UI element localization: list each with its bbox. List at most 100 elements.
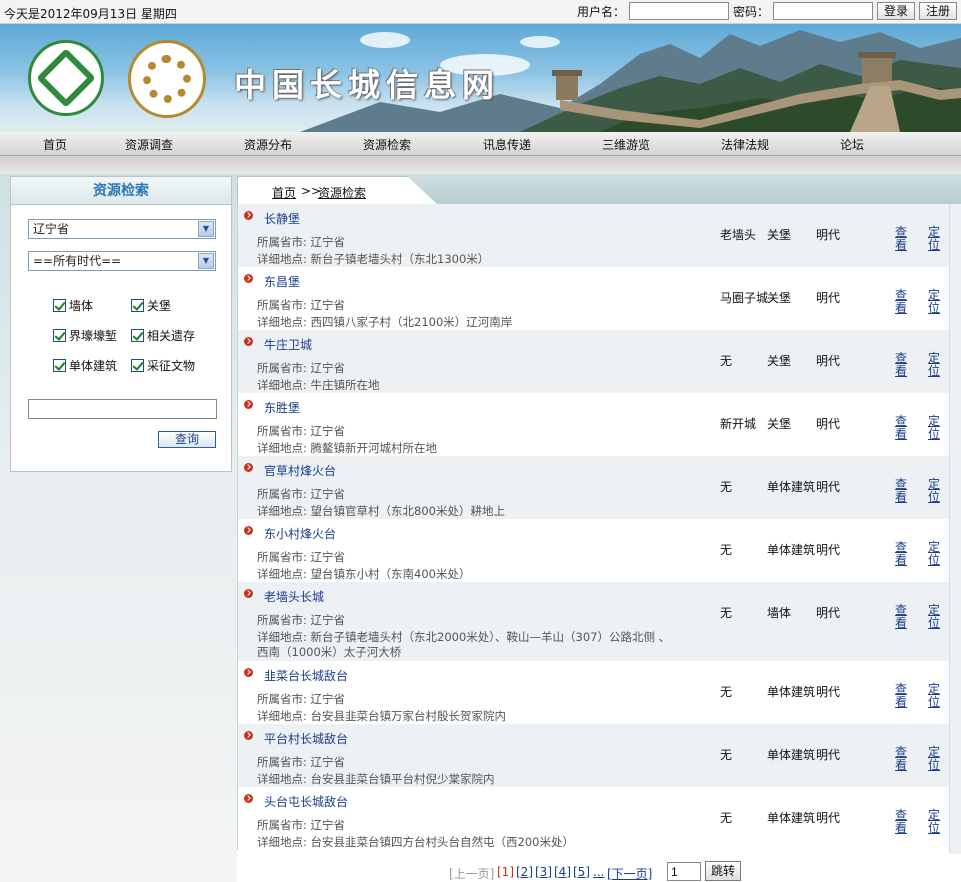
table-row: 老墙头长城 所属省市: 辽宁省 详细地点: 新台子镇老墙头村（东北2000米处）、鞍… xyxy=(238,582,949,661)
view-link[interactable]: 查看 xyxy=(895,415,909,441)
resource-alias: 无 xyxy=(720,811,733,825)
view-link[interactable]: 查看 xyxy=(895,289,909,315)
password-input[interactable] xyxy=(772,2,873,20)
nav-3d-tour[interactable]: 三维游览 xyxy=(602,136,650,153)
arrow-bullet-icon xyxy=(244,211,253,220)
nav-distribution[interactable]: 资源分布 xyxy=(244,136,292,153)
resource-name-link[interactable]: 牛庄卫城 xyxy=(264,336,312,353)
resource-name-link[interactable]: 老墙头长城 xyxy=(264,588,324,605)
view-link[interactable]: 查看 xyxy=(895,809,909,835)
checkbox-label: 采征文物 xyxy=(147,359,196,373)
view-link[interactable]: 查看 xyxy=(895,478,909,504)
page-3[interactable]: [3] xyxy=(535,865,552,879)
page-1: [1] xyxy=(497,865,514,879)
resource-name-link[interactable]: 官草村烽火台 xyxy=(264,462,336,479)
view-link[interactable]: 查看 xyxy=(895,683,909,709)
view-link[interactable]: 查看 xyxy=(895,352,909,378)
nav-home[interactable]: 首页 xyxy=(43,136,67,153)
arrow-bullet-icon xyxy=(244,589,253,598)
page-2[interactable]: [2] xyxy=(516,865,533,879)
locate-link[interactable]: 定位 xyxy=(928,289,942,315)
table-row: 东胜堡 所属省市: 辽宁省 详细地点: 腾鳌镇新开河城村所在地 新开城 关堡 明代 查看 定位 xyxy=(238,393,949,456)
chevron-down-icon[interactable]: ▼ xyxy=(198,253,214,269)
resource-alias: 老墙头 xyxy=(720,228,757,242)
table-row: 官草村烽火台 所属省市: 辽宁省 详细地点: 望台镇官草村（东北800米处）耕地上 无… xyxy=(238,456,949,519)
login-button[interactable]: 登录 xyxy=(876,2,915,20)
nav-news[interactable]: 讯息传递 xyxy=(483,136,531,153)
nav-forum[interactable]: 论坛 xyxy=(840,136,864,153)
locate-link[interactable]: 定位 xyxy=(928,604,942,630)
province-select[interactable]: 辽宁省 ▼ xyxy=(28,219,216,239)
locate-link[interactable]: 定位 xyxy=(928,809,942,835)
chevron-down-icon[interactable]: ▼ xyxy=(198,221,214,237)
resource-type: 关堡 xyxy=(767,291,792,305)
view-link[interactable]: 查看 xyxy=(895,604,909,630)
province-prefix: 所属省市: xyxy=(257,692,311,706)
resource-address: 详细地点: 台安县韭菜台镇平台村倪少棠家院内 xyxy=(257,772,677,787)
resource-name-link[interactable]: 东昌堡 xyxy=(264,273,300,290)
sidebar: 资源检索 辽宁省 ▼ ==所有时代== ▼ 墙体 关堡 界壕壕堑 相关遗存 单体… xyxy=(0,174,237,882)
locate-link[interactable]: 定位 xyxy=(928,683,942,709)
view-link[interactable]: 查看 xyxy=(895,541,909,567)
locate-link[interactable]: 定位 xyxy=(928,352,942,378)
resource-name-link[interactable]: 韭菜台长城敌台 xyxy=(264,667,348,684)
resource-name-link[interactable]: 平台村长城敌台 xyxy=(264,730,348,747)
page-ellipsis[interactable]: ... xyxy=(593,865,604,879)
breadcrumb-current[interactable]: 资源检索 xyxy=(318,184,366,201)
province-prefix: 所属省市: xyxy=(257,613,311,627)
checkbox-trench[interactable]: 界壕壕堑 xyxy=(53,327,117,344)
keyword-input[interactable] xyxy=(28,399,217,419)
nav-search[interactable]: 资源检索 xyxy=(363,136,411,153)
province-prefix: 所属省市: xyxy=(257,298,311,312)
resource-era: 明代 xyxy=(816,685,841,699)
jump-button[interactable]: 跳转 xyxy=(705,861,741,881)
register-button[interactable]: 注册 xyxy=(918,2,957,20)
era-select[interactable]: ==所有时代== ▼ xyxy=(28,251,216,271)
page-5[interactable]: [5] xyxy=(573,865,590,879)
resource-address: 详细地点: 新台子镇老墙头村（东北2000米处）、鞍山—羊山（307）公路北侧 … xyxy=(257,630,677,660)
view-link[interactable]: 查看 xyxy=(895,746,909,772)
checkbox-fort[interactable]: 关堡 xyxy=(131,297,171,314)
jump-page-input[interactable] xyxy=(667,862,701,881)
address-prefix: 详细地点: xyxy=(257,504,311,518)
next-page[interactable]: [下一页] xyxy=(607,865,652,882)
view-link[interactable]: 查看 xyxy=(895,226,909,252)
scrollbar-track[interactable] xyxy=(949,204,961,854)
checkbox-checked-icon[interactable] xyxy=(53,299,66,312)
checkbox-checked-icon[interactable] xyxy=(53,329,66,342)
breadcrumb-home[interactable]: 首页 xyxy=(272,184,296,201)
checkbox-checked-icon[interactable] xyxy=(131,359,144,372)
resource-type: 单体建筑 xyxy=(767,543,816,557)
resource-name-link[interactable]: 东胜堡 xyxy=(264,399,300,416)
checkbox-checked-icon[interactable] xyxy=(131,299,144,312)
checkbox-wall[interactable]: 墙体 xyxy=(53,297,93,314)
checkbox-checked-icon[interactable] xyxy=(131,329,144,342)
checkbox-label: 关堡 xyxy=(147,299,172,313)
query-button[interactable]: 查询 xyxy=(158,431,216,448)
table-row: 韭菜台长城敌台 所属省市: 辽宁省 详细地点: 台安县韭菜台镇万家台村殷长贺家院内 无… xyxy=(238,661,949,724)
checkbox-artifacts[interactable]: 采征文物 xyxy=(131,357,195,374)
resource-alias: 新开城 xyxy=(720,417,757,431)
resource-name-link[interactable]: 头台屯长城敌台 xyxy=(264,793,348,810)
table-row: 长静堡 所属省市: 辽宁省 详细地点: 新台子镇老墙头村（东北1300米） 老墙头 关堡… xyxy=(238,204,949,267)
checkbox-checked-icon[interactable] xyxy=(53,359,66,372)
resource-type: 关堡 xyxy=(767,417,792,431)
resource-name-link[interactable]: 长静堡 xyxy=(264,210,300,227)
address-prefix: 详细地点: xyxy=(257,567,311,581)
locate-link[interactable]: 定位 xyxy=(928,415,942,441)
locate-link[interactable]: 定位 xyxy=(928,478,942,504)
table-row: 东昌堡 所属省市: 辽宁省 详细地点: 西四镇八家子村（北2100米）辽河南岸 马圈子… xyxy=(238,267,949,330)
locate-link[interactable]: 定位 xyxy=(928,226,942,252)
nav-survey[interactable]: 资源调查 xyxy=(125,136,173,153)
page-4[interactable]: [4] xyxy=(554,865,571,879)
locate-link[interactable]: 定位 xyxy=(928,746,942,772)
username-input[interactable] xyxy=(628,2,729,20)
nav-laws[interactable]: 法律法规 xyxy=(721,136,769,153)
checkbox-related-remains[interactable]: 相关遗存 xyxy=(131,327,195,344)
resource-name-link[interactable]: 东小村烽火台 xyxy=(264,525,336,542)
arrow-bullet-icon xyxy=(244,794,253,803)
locate-link[interactable]: 定位 xyxy=(928,541,942,567)
checkbox-single-building[interactable]: 单体建筑 xyxy=(53,357,117,374)
checkbox-label: 墙体 xyxy=(69,299,94,313)
table-row: 平台村长城敌台 所属省市: 辽宁省 详细地点: 台安县韭菜台镇平台村倪少棠家院内 无 单… xyxy=(238,724,949,787)
